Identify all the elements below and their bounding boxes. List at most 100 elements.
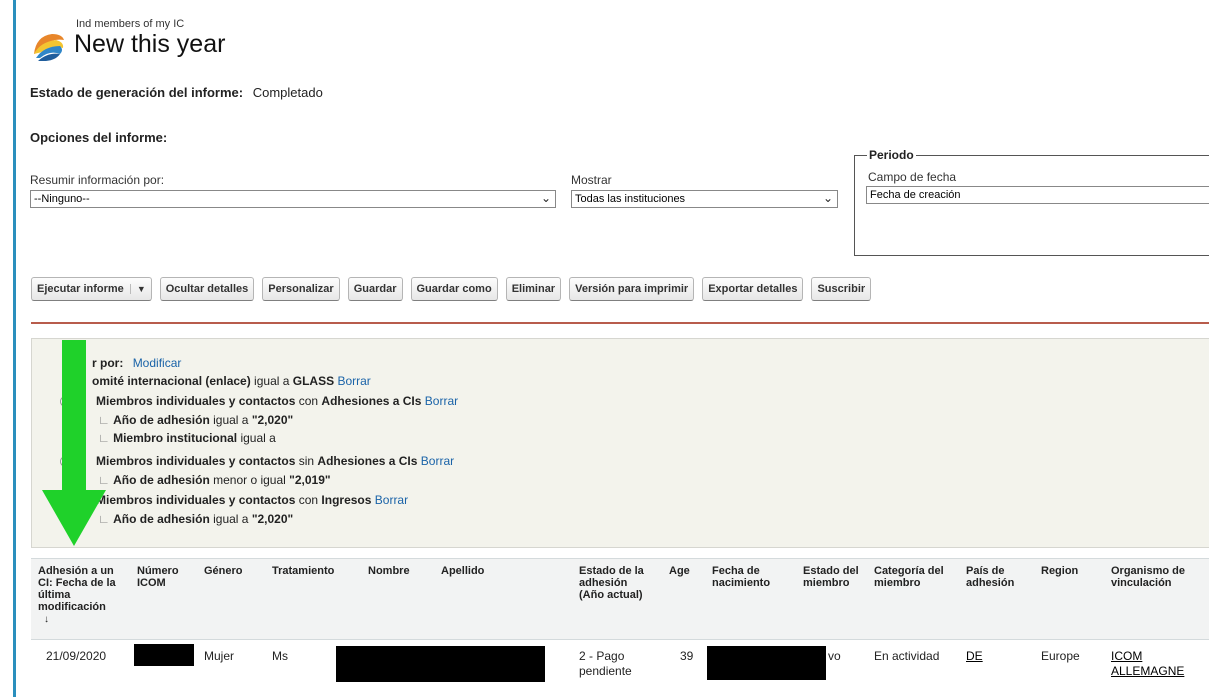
cell-fecha: 21/09/2020 — [46, 649, 107, 663]
subscribe-button[interactable]: Suscribir — [811, 277, 872, 301]
col-numero-icom[interactable]: Número ICOM — [137, 565, 187, 589]
col-categoria[interactable]: Categoría del miembro — [874, 565, 949, 589]
cell-genero: Mujer — [204, 649, 235, 663]
filter-field: Año de adhesión — [113, 473, 210, 487]
run-report-button[interactable]: Ejecutar informe ▼ — [31, 277, 152, 301]
redacted-name — [336, 646, 545, 682]
col-fecha-nacimiento[interactable]: Fecha de nacimiento — [712, 565, 792, 589]
redacted-birthdate — [707, 646, 826, 680]
show-label: Mostrar — [571, 173, 612, 187]
redacted-numero — [134, 644, 194, 666]
cell-region: Europe — [1041, 649, 1080, 663]
status-value: Completado — [252, 85, 323, 100]
cell-estado-adhesion: 2 - Pago pendiente — [579, 649, 632, 678]
filter-value: "2,020" — [251, 512, 294, 526]
filter-op: igual a — [209, 413, 252, 427]
filter-value: Adhesiones a CIs — [317, 454, 418, 468]
date-field-value: Fecha de creación — [870, 189, 961, 201]
run-report-label: Ejecutar informe — [37, 283, 124, 295]
col-region[interactable]: Region — [1041, 565, 1078, 577]
remove-filter-link[interactable]: Borrar — [375, 493, 408, 507]
filter-value: "2,019" — [289, 473, 331, 487]
country-link[interactable]: DE — [966, 649, 983, 664]
col-adhesion-date[interactable]: Adhesión a un CI: Fecha de la última mod… — [38, 565, 130, 626]
customize-button[interactable]: Personalizar — [262, 277, 340, 301]
remove-filter-link[interactable]: Borrar — [337, 374, 370, 388]
remove-filter-link[interactable]: Borrar — [425, 394, 458, 408]
filter-field: Miembros individuales y contactos — [96, 394, 296, 408]
filter-field: Miembros individuales y contactos — [96, 493, 296, 507]
period-legend: Periodo — [869, 148, 914, 162]
filter-op: igual a — [209, 512, 252, 526]
filter-op: sin — [295, 454, 318, 468]
filter-field: Miembros individuales y contactos — [96, 454, 296, 468]
col-estado-miembro[interactable]: Estado del miembro — [803, 565, 861, 589]
date-field-select[interactable]: Fecha de creación — [866, 186, 1209, 204]
filter-1: omité internacional (enlace) igual a GLA… — [92, 374, 371, 388]
col-genero[interactable]: Género — [204, 565, 243, 577]
subfilter-2a: ∟ Año de adhesión igual a "2,020" — [98, 413, 294, 427]
report-folder-label: Ind members of my IC — [76, 18, 185, 30]
report-logo-icon — [34, 34, 64, 61]
filter-value: "2,020" — [251, 413, 294, 427]
filter-op: menor o igual — [209, 473, 290, 487]
col-apellido[interactable]: Apellido — [441, 565, 484, 577]
left-accent-bar — [13, 0, 16, 697]
col-age[interactable]: Age — [669, 565, 690, 577]
cell-categoria: En actividad — [874, 649, 940, 663]
sort-desc-icon: ↓ — [44, 614, 49, 625]
filter-op: con — [295, 394, 322, 408]
cell-estado-miembro: vo — [828, 649, 841, 663]
filter-4: Miembros individuales y contactos con In… — [96, 493, 408, 507]
dropdown-arrow-icon[interactable]: ▼ — [129, 284, 146, 294]
filter-3: Miembros individuales y contactos sin Ad… — [96, 454, 454, 468]
col-nombre[interactable]: Nombre — [368, 565, 410, 577]
page-title: New this year — [74, 30, 226, 58]
col-label: Adhesión a un CI: Fecha de la última mod… — [38, 565, 116, 613]
filter-field: Año de adhesión — [113, 413, 210, 427]
summarize-label: Resumir información por: — [30, 173, 165, 187]
show-select-value: Todas las instituciones — [575, 193, 686, 205]
filter-field: omité internacional (enlace) — [92, 374, 251, 388]
remove-filter-link[interactable]: Borrar — [421, 454, 454, 468]
show-select[interactable]: Todas las instituciones ⌄ — [571, 190, 838, 208]
summarize-select[interactable]: --Ninguno-- ⌄ — [30, 190, 556, 208]
save-button[interactable]: Guardar — [347, 277, 403, 301]
chevron-down-icon: ⌄ — [540, 191, 551, 205]
delete-button[interactable]: Eliminar — [505, 277, 562, 301]
col-estado-adhesion[interactable]: Estado de la adhesión (Año actual) — [579, 565, 654, 601]
col-pais[interactable]: País de adhesión — [966, 565, 1026, 589]
cell-tratamiento: Ms — [272, 649, 288, 663]
modify-filters-link[interactable]: Modificar — [133, 356, 182, 370]
summarize-select-value: --Ninguno-- — [34, 193, 90, 205]
toolbar: Ejecutar informe ▼ Ocultar detalles Pers… — [31, 277, 872, 301]
options-heading: Opciones del informe: — [30, 130, 168, 145]
chevron-down-icon: ⌄ — [822, 191, 833, 205]
date-field-label: Campo de fecha — [868, 170, 957, 184]
green-arrow-icon — [42, 340, 106, 546]
organismo-link[interactable]: ICOM ALLEMAGNE — [1111, 649, 1207, 679]
col-organismo[interactable]: Organismo de vinculación — [1111, 565, 1207, 589]
filter-2: Miembros individuales y contactos con Ad… — [96, 394, 458, 408]
hide-details-button[interactable]: Ocultar detalles — [159, 277, 255, 301]
subfilter-2b: ∟ Miembro institucional igual a — [98, 431, 276, 445]
cell-age: 39 — [680, 649, 694, 663]
section-divider — [31, 322, 1209, 324]
col-tratamiento[interactable]: Tratamiento — [272, 565, 334, 577]
filter-op: con — [295, 493, 322, 507]
save-as-button[interactable]: Guardar como — [410, 277, 498, 301]
filter-field: Año de adhesión — [113, 512, 210, 526]
status-label: Estado de generación del informe: — [30, 85, 244, 100]
print-version-button[interactable]: Versión para imprimir — [569, 277, 695, 301]
subfilter-4a: ∟ Año de adhesión igual a "2,020" — [98, 512, 294, 526]
filter-value: Ingresos — [321, 493, 372, 507]
report-status: Estado de generación del informe: Comple… — [30, 85, 323, 100]
subfilter-3a: ∟ Año de adhesión menor o igual "2,019" — [98, 473, 331, 487]
filter-value: Adhesiones a CIs — [321, 394, 422, 408]
filter-op: igual a — [250, 374, 293, 388]
report-page: Ind members of my IC New this year Estad… — [0, 0, 1209, 697]
filter-value: GLASS — [292, 374, 335, 388]
export-details-button[interactable]: Exportar detalles — [702, 277, 804, 301]
filter-field: Miembro institucional — [113, 431, 238, 445]
filter-op: igual a — [237, 431, 276, 445]
